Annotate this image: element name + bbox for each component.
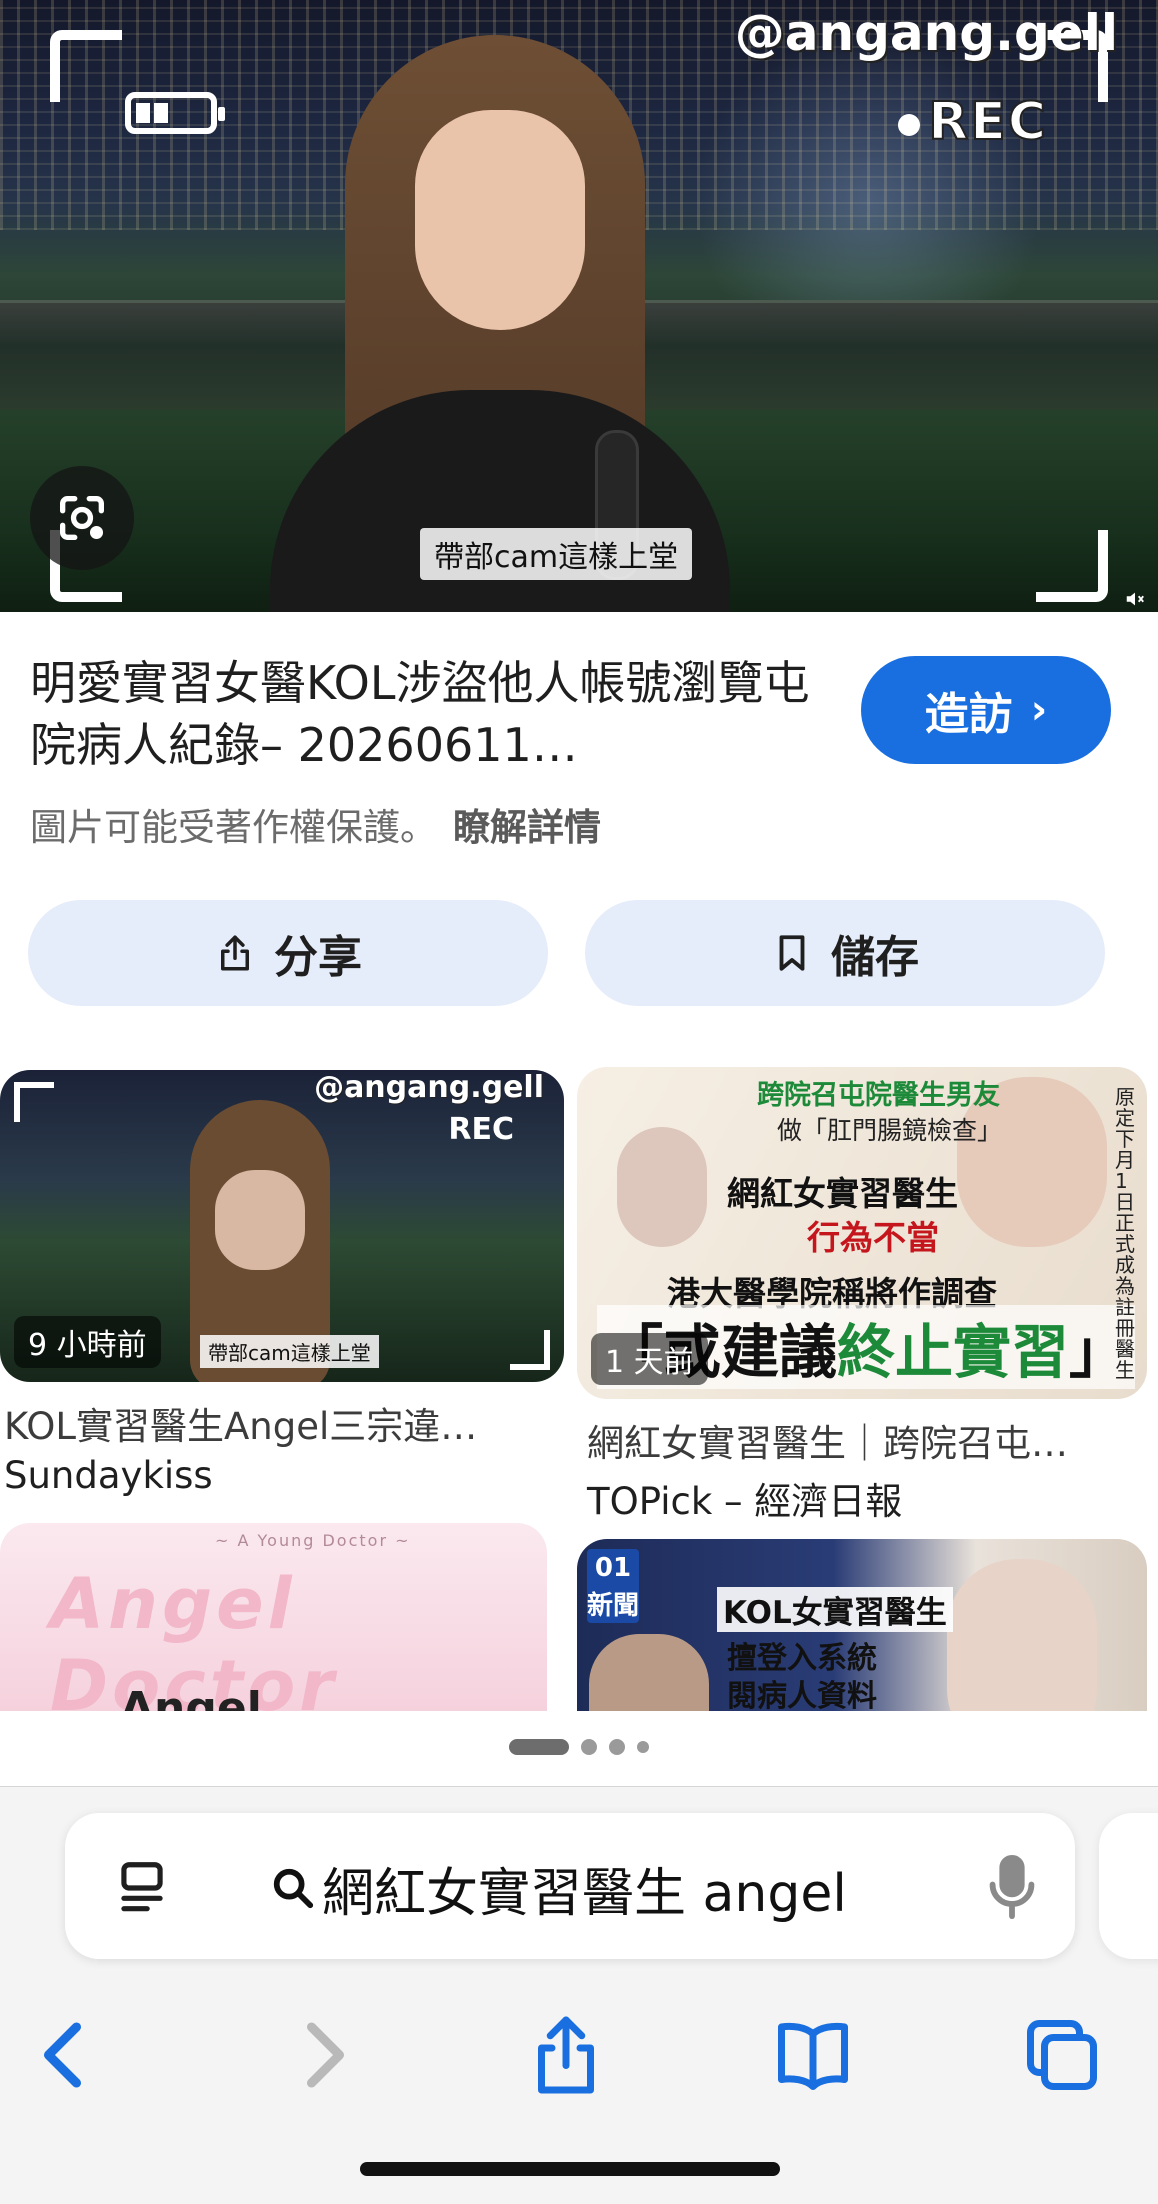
- search-query[interactable]: 網紅女實習醫生 angel: [322, 1851, 847, 1926]
- camera-frame-corner-icon: [50, 30, 122, 102]
- bookmarks-button[interactable]: [763, 2005, 863, 2105]
- visit-label: 造訪: [924, 689, 1013, 740]
- thumb-subheadline: 做「肛門腸鏡檢查」: [777, 1116, 1003, 1145]
- related-thumbnail[interactable]: @angang.gell REC 帶部cam這樣上堂 9 小時前: [0, 1070, 564, 1382]
- copyright-text: 圖片可能受著作權保護。: [30, 806, 437, 849]
- copyright-notice: 圖片可能受著作權保護。 瞭解詳情: [30, 797, 601, 851]
- page-dot-active: [509, 1739, 569, 1755]
- next-tab-peek[interactable]: [1099, 1813, 1158, 1959]
- browser-toolbar: [0, 2005, 1158, 2125]
- home-indicator[interactable]: [360, 2162, 780, 2176]
- visit-button[interactable]: 造訪 ›: [861, 656, 1111, 764]
- hero-caption: 帶部cam這樣上堂: [420, 528, 693, 580]
- hero-image[interactable]: @angang.gell REC 帶部cam這樣上堂: [0, 0, 1158, 612]
- camera-frame-corner-icon: [14, 1082, 54, 1122]
- thumb-caption: 帶部cam這樣上堂: [200, 1335, 379, 1368]
- battery-icon: [125, 92, 225, 134]
- bookmark-icon: [779, 935, 805, 971]
- camera-frame-corner-icon: [510, 1330, 550, 1370]
- related-thumbnail[interactable]: 01 新聞 KOL女實習醫生 擅登入系統 閱病人資料: [577, 1539, 1147, 1711]
- page-indicator: [0, 1739, 1158, 1755]
- thumb-rec-label: REC: [448, 1112, 514, 1147]
- save-label: 儲存: [831, 932, 919, 983]
- save-button[interactable]: 儲存: [585, 900, 1105, 1006]
- related-card[interactable]: 01 新聞 KOL女實習醫生 擅登入系統 閱病人資料: [577, 1539, 1147, 1711]
- hero-person-face: [415, 110, 585, 330]
- time-badge: 1 天前: [591, 1333, 708, 1385]
- search-icon: [273, 1868, 314, 1909]
- thumb-watermark: @angang.gell: [314, 1070, 544, 1105]
- page-dot: [637, 1741, 649, 1753]
- thumb-subheadline: 閱病人資料: [727, 1679, 877, 1711]
- address-bar[interactable]: 網紅女實習醫生 angel: [65, 1813, 1075, 1959]
- related-source: TOPick – 經濟日報: [587, 1480, 903, 1523]
- related-thumbnail[interactable]: ~ A Young Doctor ~ Angel Doctor Angel: [0, 1523, 547, 1711]
- thumb-name: Angel: [120, 1683, 262, 1711]
- thumb-headline: 跨院召屯院醫生男友: [757, 1080, 1000, 1111]
- thumb-tagline: ~ A Young Doctor ~: [215, 1531, 411, 1550]
- google-lens-icon: [60, 496, 104, 540]
- chevron-left-icon: [43, 2022, 82, 2088]
- reader-mode-icon[interactable]: [111, 1857, 173, 1919]
- related-card[interactable]: 跨院召屯院醫生男友 做「肛門腸鏡檢查」 網紅女實習醫生 行為不當 港大醫學院稱將…: [577, 1067, 1147, 1525]
- back-button[interactable]: [16, 2005, 116, 2105]
- time-badge: 9 小時前: [14, 1316, 161, 1368]
- microphone-icon[interactable]: [987, 1853, 1037, 1921]
- thumb-face-blurred: [215, 1170, 305, 1270]
- rec-label: REC: [898, 91, 1048, 153]
- thumb-main-text: 網紅女實習醫生: [727, 1174, 958, 1213]
- tabs-icon: [1027, 2020, 1097, 2090]
- result-title[interactable]: 明愛實習女醫KOL涉盜他人帳號瀏覽屯院病人紀錄– 20260611…: [30, 652, 820, 776]
- share-page-button[interactable]: [516, 2005, 616, 2105]
- page-dot: [581, 1739, 597, 1755]
- forward-button[interactable]: [272, 2005, 372, 2105]
- thumb-headline: KOL女實習醫生: [717, 1587, 953, 1632]
- related-thumbnail[interactable]: 跨院召屯院醫生男友 做「肛門腸鏡檢查」 網紅女實習醫生 行為不當 港大醫學院稱將…: [577, 1067, 1147, 1399]
- share-icon: [538, 2016, 594, 2094]
- google-lens-button[interactable]: [30, 466, 134, 570]
- thumb-face-blurred: [947, 1559, 1097, 1711]
- chevron-right-icon: ›: [1030, 687, 1048, 733]
- related-title[interactable]: 網紅女實習醫生｜跨院召屯…: [577, 1413, 1147, 1467]
- related-card[interactable]: @angang.gell REC 帶部cam這樣上堂 9 小時前 KOL實習醫生…: [0, 1070, 564, 1497]
- share-button[interactable]: 分享: [28, 900, 548, 1006]
- related-source: Sundaykiss: [4, 1454, 213, 1497]
- share-label: 分享: [274, 932, 362, 983]
- page-dot: [609, 1739, 625, 1755]
- mute-icon[interactable]: [1124, 588, 1146, 610]
- related-title[interactable]: KOL實習醫生Angel三宗違…: [0, 1396, 564, 1450]
- thumb-person: [589, 1634, 709, 1711]
- learn-more-link[interactable]: 瞭解詳情: [453, 806, 601, 849]
- news-logo: 01 新聞: [587, 1549, 639, 1623]
- share-icon: [221, 935, 249, 971]
- thumb-big-green: 終止實習: [837, 1318, 1070, 1386]
- camera-frame-corner-icon: [1036, 530, 1108, 602]
- thumb-face-small: [617, 1127, 707, 1247]
- hero-watermark: @angang.gell: [734, 4, 1118, 62]
- thumb-red-text: 行為不當: [807, 1218, 939, 1257]
- tabs-button[interactable]: [1012, 2005, 1112, 2105]
- chevron-right-icon: [306, 2022, 345, 2088]
- thumb-side-text: 原定下月1日正式成為註冊醫生: [1115, 1085, 1135, 1382]
- browser-bottom-bar: 網紅女實習醫生 angel: [0, 1786, 1158, 2204]
- open-book-icon: [778, 2022, 848, 2090]
- related-card[interactable]: ~ A Young Doctor ~ Angel Doctor Angel: [0, 1523, 547, 1711]
